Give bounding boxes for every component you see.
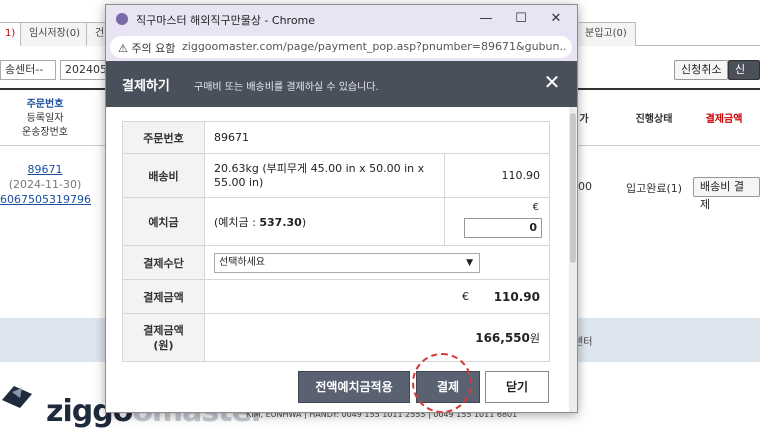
shipping-amount: 110.90 xyxy=(444,153,550,198)
security-warning-label: 주의 요함 xyxy=(131,42,176,55)
window-close-icon[interactable]: ✕ xyxy=(543,9,569,29)
popup-window: 직구마스터 해외직구만물상 - Chrome — ☐ ✕ ⚠ 주의 요함 zig… xyxy=(105,4,578,413)
tracking-no-header: 운송장번호 xyxy=(22,127,68,138)
pay-amount-value: 110.90 xyxy=(493,289,540,304)
order-no-row: 주문번호 89671 xyxy=(122,121,550,154)
pay-amount-krw-value: 166,550 xyxy=(475,330,530,345)
pay-currency: € xyxy=(462,289,469,303)
order-no-label: 주문번호 xyxy=(122,121,205,154)
deposit-suffix: ) xyxy=(301,215,307,229)
center-select[interactable]: 송센터-- xyxy=(0,60,56,80)
method-label: 결제수단 xyxy=(122,245,205,280)
cancel-request-button[interactable]: 신청취소 xyxy=(674,60,729,80)
modal-title: 결제하기 xyxy=(122,79,170,94)
order-col-header: 주문번호 등록일자 운송장번호 xyxy=(0,98,90,140)
order-no-link[interactable]: 89671 xyxy=(0,162,90,177)
chevron-down-icon: ▼ xyxy=(466,257,473,268)
status-header: 진행상태 xyxy=(635,114,673,125)
price-value: 00 xyxy=(578,180,592,193)
method-row: 결제수단 선택하세요 ▼ xyxy=(122,245,550,280)
deposit-amount-input[interactable]: 0 xyxy=(464,218,542,238)
price-header: 가 xyxy=(579,114,589,125)
pay-amount-label: 결제금액 xyxy=(122,279,205,314)
shipping-pay-button[interactable]: 배송비 결제 xyxy=(693,177,760,211)
tracking-no-link[interactable]: 6067505319796 xyxy=(0,192,91,207)
pay-amount-krw-cell: 166,550원 xyxy=(204,313,550,362)
payment-method-select[interactable]: 선택하세요 ▼ xyxy=(214,252,480,273)
site-favicon-icon xyxy=(116,13,128,25)
reg-date-header: 등록일자 xyxy=(26,113,64,124)
deposit-input-cell: € 0 xyxy=(444,197,550,246)
payment-table: 주문번호 89671 배송비 20.63kg (부피무게 45.00 in x … xyxy=(122,121,550,362)
order-no-header: 주문번호 xyxy=(26,99,64,110)
apply-request-button[interactable]: 신청서 xyxy=(728,60,760,112)
close-button[interactable]: 닫기 xyxy=(485,371,549,403)
shipping-row: 배송비 20.63kg (부피무게 45.00 in x 50.00 in x … xyxy=(122,153,550,198)
status-value: 입고완료(1) xyxy=(625,182,683,195)
modal-close-icon[interactable]: ✕ xyxy=(541,71,563,93)
pay-button-highlight xyxy=(412,353,472,413)
pay-amount-krw-label: 결제금액 (원) xyxy=(122,313,205,362)
payment-modal: 결제하기 구매비 또는 배송비를 결제하실 수 있습니다. ✕ 주문번호 896… xyxy=(106,61,577,412)
shipping-label: 배송비 xyxy=(122,153,205,198)
address-bar: ⚠ 주의 요함 ziggoomaster.com/page/payment_po… xyxy=(106,33,577,61)
deposit-balance: 537.30 xyxy=(259,215,302,229)
order-no-value: 89671 xyxy=(204,121,550,154)
pay-amount-header: 결제금액 xyxy=(705,114,743,125)
pay-amount-cell: € 110.90 xyxy=(204,279,550,314)
deposit-currency: € xyxy=(532,202,539,213)
maximize-icon[interactable]: ☐ xyxy=(508,9,534,29)
pay-amount-row: 결제금액 € 110.90 xyxy=(122,279,550,314)
logo-icon xyxy=(2,386,32,408)
order-date: (2024-11-30) xyxy=(8,178,82,191)
deposit-label: 예치금 xyxy=(122,197,205,246)
date-input[interactable]: 2024053 xyxy=(60,60,114,80)
window-title: 직구마스터 해외직구만물상 - Chrome xyxy=(136,14,316,27)
security-warning[interactable]: ⚠ 주의 요함 xyxy=(118,40,175,56)
modal-header: 결제하기 구매비 또는 배송비를 결제하실 수 있습니다. ✕ xyxy=(106,61,577,107)
url-field[interactable]: ⚠ 주의 요함 ziggoomaster.com/page/payment_po… xyxy=(110,36,572,58)
deposit-row: 예치금 (예치금 : 537.30) € 0 xyxy=(122,197,550,246)
warning-triangle-icon: ⚠ xyxy=(118,42,128,55)
deposit-prefix: (예치금 : xyxy=(214,215,260,229)
method-cell: 선택하세요 ▼ xyxy=(204,245,550,280)
pay-amount-krw-row: 결제금액 (원) 166,550원 xyxy=(122,313,550,362)
url-text: ziggoomaster.com/page/payment_pop.asp?pn… xyxy=(182,40,566,53)
order-cell: 89671 (2024-11-30) 6067505319796 xyxy=(0,162,91,207)
tab-temp-saved[interactable]: 임시저장(0) xyxy=(20,22,89,46)
scrollbar-thumb[interactable] xyxy=(570,113,576,263)
modal-subtitle: 구매비 또는 배송비를 결제하실 수 있습니다. xyxy=(194,82,379,93)
window-titlebar: 직구마스터 해외직구만물상 - Chrome — ☐ ✕ xyxy=(106,5,577,33)
krw-unit: 원 xyxy=(529,331,540,345)
shipping-desc: 20.63kg (부피무게 45.00 in x 50.00 in x 55.0… xyxy=(204,153,445,198)
payment-method-value: 선택하세요 xyxy=(219,256,265,268)
deposit-info: (예치금 : 537.30) xyxy=(204,197,445,246)
minimize-icon[interactable]: — xyxy=(473,9,499,29)
tab-partial-stock[interactable]: 분입고(0) xyxy=(576,22,636,46)
apply-full-deposit-button[interactable]: 전액예치금적용 xyxy=(298,371,410,403)
